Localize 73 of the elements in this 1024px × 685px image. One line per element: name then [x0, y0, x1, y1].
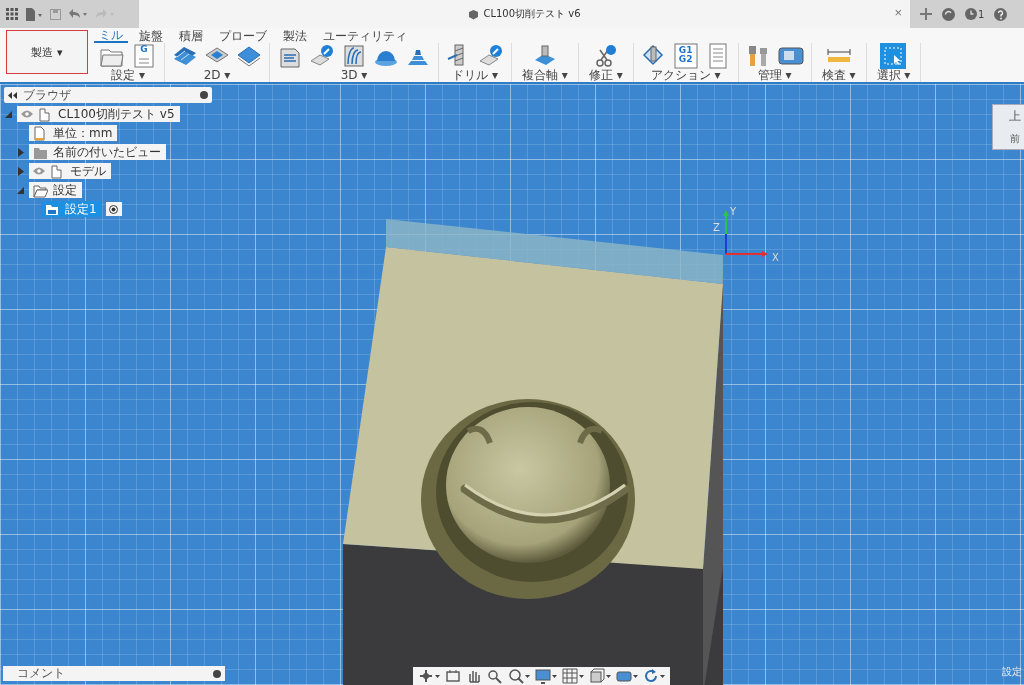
- group-dropdown[interactable]: 2D ▾: [200, 69, 234, 82]
- zoom-window-icon[interactable]: [508, 668, 530, 684]
- document-tab[interactable]: CL100切削テスト v6 ×: [139, 0, 910, 28]
- ribbon-tab[interactable]: ミル: [94, 28, 128, 43]
- browser-node[interactable]: 名前の付いたビュー: [29, 144, 166, 160]
- activate-radio[interactable]: [105, 202, 122, 216]
- view-cube[interactable]: 上 前: [992, 104, 1024, 150]
- camera-icon[interactable]: [616, 668, 638, 684]
- panel-title: コメント: [17, 665, 66, 682]
- icon-label: G1 G2: [677, 46, 694, 64]
- document-icon: [33, 125, 48, 141]
- comments-panel[interactable]: コメント: [3, 666, 225, 681]
- cube-face-label: 上: [1009, 108, 1021, 126]
- orbit-icon[interactable]: [418, 668, 440, 684]
- browser-node[interactable]: モデル: [29, 163, 111, 179]
- group-dropdown[interactable]: アクション ▾: [647, 69, 724, 82]
- component-icon: [38, 106, 53, 122]
- close-tab-button[interactable]: ×: [892, 5, 904, 21]
- ribbon-tab[interactable]: 積層: [174, 28, 208, 43]
- browser-node[interactable]: CL100切削テスト v5: [17, 106, 180, 122]
- component-icon: [50, 163, 65, 179]
- part-icon: [468, 8, 480, 20]
- apps-grid-icon[interactable]: [6, 6, 18, 22]
- expand-arrow-icon[interactable]: [16, 147, 25, 157]
- clock-icon: [965, 8, 977, 20]
- expand-arrow-icon[interactable]: [16, 166, 25, 176]
- workspace-dropdown[interactable]: 製造 ▾: [6, 30, 88, 74]
- ribbon-tab[interactable]: プローブ: [214, 28, 272, 43]
- contour-icon[interactable]: [341, 43, 367, 69]
- help-icon[interactable]: [994, 6, 1008, 22]
- select-icon[interactable]: [880, 43, 907, 69]
- new-tab-icon[interactable]: [920, 6, 932, 22]
- pin-icon: [213, 669, 221, 678]
- axis-label: Y: [730, 206, 737, 217]
- panel-title: ブラウザ: [23, 86, 72, 104]
- document-title: CL100切削テスト v6: [483, 7, 581, 21]
- document-icon[interactable]: G: [131, 43, 157, 69]
- gcode-icon[interactable]: G1 G2: [672, 43, 699, 69]
- group-dropdown[interactable]: 検査 ▾: [818, 69, 859, 82]
- group-dropdown[interactable]: 選択 ▾: [873, 69, 914, 82]
- icon-label: G: [139, 45, 149, 54]
- browser-node[interactable]: 単位：mm: [29, 125, 118, 141]
- cube-icon[interactable]: [589, 668, 611, 684]
- ribbon-tab[interactable]: 旋盤: [134, 28, 168, 43]
- collapse-icon: [8, 91, 17, 99]
- status-text: 設定: [1002, 665, 1022, 679]
- cube-face-label: 前: [1010, 131, 1020, 146]
- grid-viewport[interactable]: Y Z X 上 前 ブラウザ CL100切削テスト v5 単位：mm 名前の付いたビュー モデル 設定 設定1 コメント 設定: [0, 84, 1024, 685]
- monitor-icon[interactable]: [535, 668, 557, 684]
- axis-label: Z: [713, 222, 720, 233]
- collapse-arrow-icon[interactable]: [16, 185, 25, 195]
- folder-icon: [33, 182, 48, 198]
- group-dropdown[interactable]: 複合軸 ▾: [519, 69, 571, 82]
- hand-icon[interactable]: [466, 668, 482, 684]
- group-dropdown[interactable]: 修正 ▾: [585, 69, 626, 82]
- ribbon-tab[interactable]: ユーティリティ: [318, 28, 412, 43]
- pin-icon: [200, 91, 208, 99]
- look-at-icon[interactable]: [445, 668, 461, 684]
- sync-icon[interactable]: [942, 6, 955, 22]
- collapse-arrow-icon[interactable]: [4, 109, 13, 119]
- axis-label: X: [772, 252, 779, 263]
- browser-header[interactable]: ブラウザ: [4, 87, 212, 103]
- job-count: 1: [978, 8, 985, 20]
- ribbon-tab[interactable]: 製法: [278, 28, 312, 43]
- group-dropdown[interactable]: 3D ▾: [337, 69, 371, 82]
- refresh-icon[interactable]: [643, 668, 665, 684]
- grid-icon[interactable]: [562, 668, 584, 684]
- group-dropdown[interactable]: ドリル ▾: [449, 69, 501, 82]
- group-dropdown[interactable]: 設定 ▾: [108, 69, 148, 82]
- browser-node[interactable]: 設定: [29, 182, 82, 198]
- file-icon[interactable]: [25, 6, 43, 22]
- zoom-icon[interactable]: [487, 668, 503, 684]
- group-dropdown[interactable]: 管理 ▾: [754, 69, 795, 82]
